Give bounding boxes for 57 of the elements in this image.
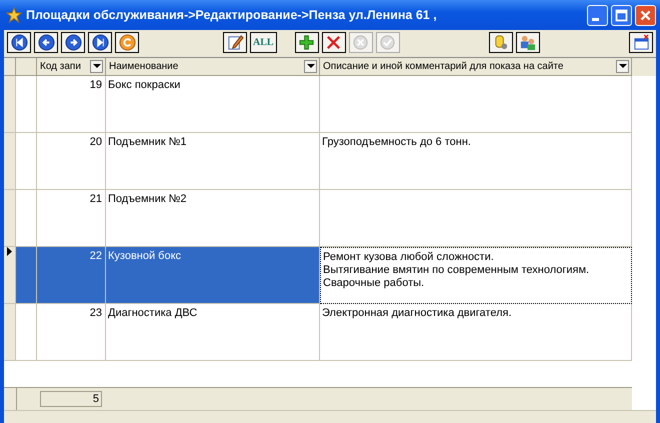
table-cell: Диагностика ДВС [106,304,320,361]
toolbar-button[interactable] [516,32,540,53]
toolbar-button[interactable] [629,32,653,53]
maximize-button[interactable] [611,4,632,26]
window-title: Площадки обслуживания->Редактирование->Пенза ул.Ленина 61 , [26,8,438,22]
table-cell: 19 [37,76,106,133]
table-row[interactable]: 23 Диагностика ДВС Электронная диагностика двигателя. [4,304,656,361]
current-row-icon [7,247,12,256]
table-cell: 20 [37,133,106,190]
table-cell: 22 [37,247,106,304]
refresh-icon [118,34,136,51]
column-header[interactable]: Описание и иной комментарий для показа на сайте [320,58,632,76]
table-row[interactable]: 20 Подъемник №1 Грузоподъемность до 6 тонн. [4,133,656,190]
minimize-icon [592,18,599,20]
show-all-button[interactable]: ALL [250,32,277,53]
column-header[interactable]: Наименование [106,58,320,76]
cell-text: Электронная диагностика двигателя. [322,307,512,320]
table-row[interactable]: 19 Бокс покраски [4,76,656,133]
dropdown-button[interactable] [616,60,629,73]
toolbar-button[interactable] [7,32,31,53]
minimize-button[interactable] [587,4,608,26]
toolbar-button[interactable] [61,32,85,53]
caret-icon [92,64,100,69]
header-cell [16,58,37,76]
column-header[interactable]: Код запи [37,58,106,76]
close-window-icon [632,34,650,51]
cell-text: Вытягивание вмятин по современным технологиям. [323,264,590,277]
caret-icon [618,64,626,69]
toolbar-button[interactable] [322,32,346,53]
toolbar-button[interactable] [34,32,58,53]
toolbar-button[interactable] [488,32,513,53]
dropdown-button[interactable] [304,60,317,73]
record-count: 5 [40,391,102,407]
dropdown-button[interactable] [90,60,103,73]
first-record-icon [10,34,28,51]
cell-text: Ремонт кузова любой сложности. [323,251,494,264]
toolbar-button[interactable] [294,32,319,53]
users-icon [519,34,536,51]
close-button[interactable] [635,4,656,26]
table-cell: 23 [37,304,106,361]
cell-text: Грузоподъемность до 6 тонн. [322,136,471,149]
cell-text: Сварочные работы. [323,277,424,290]
toolbar-button[interactable] [88,32,112,53]
cancel-icon [352,34,370,51]
check-icon [379,34,396,51]
cross-icon [325,34,342,51]
table-cell: Бокс покраски [106,76,320,133]
star-icon [6,7,22,23]
table-row[interactable]: 22 Кузовной бокс Ремонт кузова любой сложности. Вытягивание вмятин по современным технологиям. Сварочные работы. [4,247,656,304]
table-cell: Кузовной бокс [106,247,320,304]
last-record-icon [92,34,108,51]
plus-icon [298,34,316,51]
caret-icon [306,64,314,69]
pencil-icon [226,34,244,51]
toolbar-button[interactable] [223,32,247,53]
toolbar-button[interactable] [115,32,139,53]
table-cell: Подъемник №1 [106,133,320,190]
